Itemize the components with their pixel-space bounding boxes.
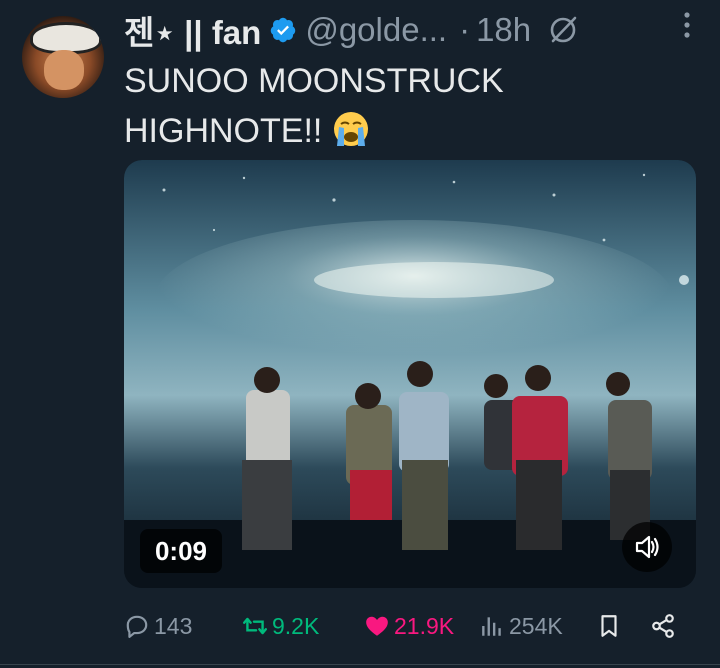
- heart-icon: [366, 616, 388, 636]
- tweet-text-line1: SUNOO MOONSTRUCK: [124, 62, 504, 100]
- views-chart-icon: [482, 617, 501, 636]
- video-player[interactable]: 0:09: [124, 160, 696, 588]
- speaker-icon: [635, 535, 659, 559]
- avatar[interactable]: [22, 16, 104, 98]
- video-duration: 0:09: [140, 529, 222, 573]
- bookmark-button[interactable]: [596, 606, 626, 646]
- like-count: 21.9K: [394, 612, 455, 639]
- retweet-button[interactable]: 9.2K: [242, 606, 319, 646]
- tweet-text-line2: HIGHNOTE!!: [124, 112, 323, 150]
- tweet[interactable]: 젠⋆ || fan @golde... · 18h SUNOO MOONSTRU…: [0, 0, 720, 668]
- share-button[interactable]: [650, 606, 680, 646]
- share-icon: [652, 614, 674, 638]
- bookmark-icon: [601, 615, 617, 637]
- like-button[interactable]: 21.9K: [364, 606, 454, 646]
- action-bar: 143 9.2K 21.9K 254K: [124, 606, 684, 646]
- video-frame: [124, 160, 696, 588]
- display-name[interactable]: 젠⋆ || fan: [124, 6, 261, 54]
- tweet-header: 젠⋆ || fan @golde... · 18h: [124, 8, 720, 52]
- reply-icon: [126, 615, 148, 638]
- tweet-text: SUNOO MOONSTRUCK HIGHNOTE!!: [124, 56, 684, 156]
- retweet-icon: [242, 617, 268, 635]
- timestamp[interactable]: 18h: [476, 11, 531, 49]
- more-options-icon[interactable]: [682, 10, 692, 40]
- retweet-count: 9.2K: [272, 612, 320, 639]
- separator-dot: ·: [459, 11, 471, 48]
- reply-button[interactable]: 143: [124, 606, 192, 646]
- volume-button[interactable]: [622, 522, 672, 572]
- views-button[interactable]: 254K: [479, 606, 563, 646]
- divider: [0, 664, 720, 665]
- handle[interactable]: @golde...: [305, 11, 447, 49]
- tweet-text-line2-wrap: HIGHNOTE!!: [124, 106, 684, 156]
- grok-icon[interactable]: [547, 14, 579, 46]
- views-count: 254K: [509, 612, 563, 639]
- loudly-crying-face-icon: [333, 112, 368, 146]
- verified-badge-icon: [271, 17, 296, 43]
- reply-count: 143: [154, 612, 193, 639]
